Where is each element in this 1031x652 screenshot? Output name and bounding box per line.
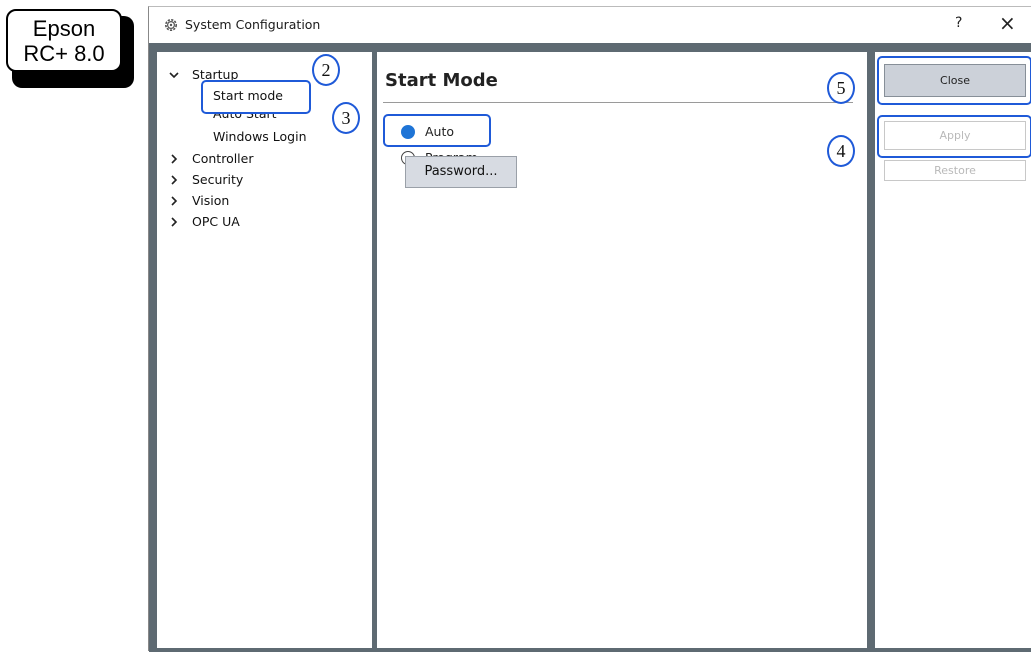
title-divider: [383, 102, 853, 103]
system-configuration-window: System Configuration ? × Startup Start m…: [148, 6, 1031, 652]
settings-tree: Startup Start mode Auto Start Windows Lo…: [157, 52, 372, 648]
chevron-down-icon[interactable]: [167, 68, 181, 82]
tree-item-label: Vision: [192, 193, 230, 208]
tree-item-label: OPC UA: [192, 214, 240, 229]
window-title: System Configuration: [185, 17, 321, 32]
tree-item-label: Windows Login: [213, 129, 307, 144]
chevron-right-icon[interactable]: [167, 152, 181, 166]
callout-number-4: 4: [827, 135, 855, 167]
chevron-right-icon[interactable]: [167, 173, 181, 187]
restore-button[interactable]: Restore: [884, 160, 1026, 181]
tree-item-label: Start mode: [213, 88, 283, 103]
start-mode-panel: Start Mode Auto Program Password... 5 4: [377, 52, 867, 648]
help-button[interactable]: ?: [955, 15, 962, 31]
callout-highlight-auto: [383, 114, 491, 147]
dialog-body: Startup Start mode Auto Start Windows Lo…: [149, 43, 1031, 652]
tree-item-windows-login[interactable]: Windows Login: [213, 129, 307, 144]
callout-highlight-apply: [877, 115, 1031, 158]
tree-item-label: Controller: [192, 151, 254, 166]
chevron-right-icon[interactable]: [167, 215, 181, 229]
panel-title: Start Mode: [385, 70, 498, 91]
tree-item-label: Security: [192, 172, 244, 187]
badge-label: Epson RC+ 8.0: [6, 9, 122, 72]
chevron-right-icon[interactable]: [167, 194, 181, 208]
action-buttons-panel: Close Apply Restore: [875, 52, 1031, 648]
gear-icon: [165, 19, 177, 31]
callout-highlight-start-mode: Start mode: [201, 80, 311, 114]
callout-number-2: 2: [312, 54, 340, 86]
title-bar: System Configuration ? ×: [149, 7, 1031, 43]
callout-number-5: 5: [827, 72, 855, 104]
callout-number-3: 3: [332, 102, 360, 134]
badge-line1: Epson: [32, 16, 96, 41]
window-close-button[interactable]: ×: [999, 11, 1016, 35]
password-button[interactable]: Password...: [405, 156, 517, 188]
badge-line2: RC+ 8.0: [23, 41, 105, 66]
callout-highlight-close: [877, 56, 1031, 105]
